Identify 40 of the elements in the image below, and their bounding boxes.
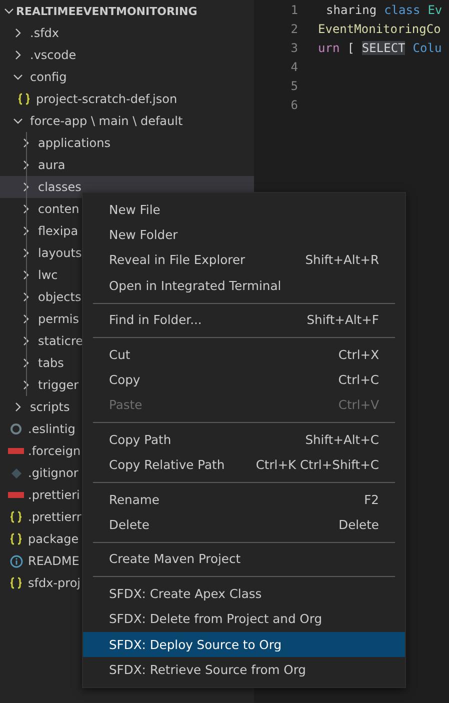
shortcut-label: Shift+Alt+F [306, 313, 379, 328]
menu-item-label: New File [109, 202, 160, 217]
code-token: [ [347, 40, 354, 54]
menu-item-label: Cut [109, 348, 130, 362]
menu-item-label: Reveal in File Explorer [109, 253, 246, 268]
menu-item-label: SFDX: Retrieve Source from Org [109, 662, 306, 677]
code-token: Colu [412, 40, 442, 54]
code-token: class [384, 2, 420, 16]
menu-item-label: Rename [109, 492, 160, 507]
menu-item-label: Copy Path [109, 432, 172, 447]
menu-item-label: Find in Folder... [109, 313, 202, 328]
shortcut-label: F2 [364, 492, 379, 507]
line-number: 2 [290, 22, 298, 36]
code-token: SELECT [362, 40, 406, 54]
code-token: EventMonitoringCo [318, 22, 441, 36]
shortcut-label: Shift+Alt+C [305, 432, 379, 447]
shortcut-label: Shift+Alt+R [305, 253, 379, 268]
menu-item-label: Delete [109, 518, 150, 532]
menu-item-label: SFDX: Deploy Source to Org [109, 638, 282, 652]
line-number: 4 [290, 60, 298, 74]
code-token: Ev [428, 2, 442, 16]
shortcut-label: Delete [338, 518, 379, 532]
code-token: sharing [326, 2, 377, 16]
line-number: 1 [290, 2, 298, 16]
menu-item-label: Copy [109, 373, 140, 388]
menu-item-label: SFDX: Delete from Project and Org [109, 612, 322, 626]
line-number: 5 [290, 78, 298, 92]
menu-item-label: SFDX: Create Apex Class [109, 586, 262, 601]
line-number: 6 [290, 98, 298, 112]
shortcut-label: Ctrl+K Ctrl+Shift+C [256, 458, 379, 472]
line-number: 3 [290, 40, 298, 54]
menu-item-label: Copy Relative Path [109, 458, 225, 472]
shortcut-label: Ctrl+X [338, 348, 379, 362]
code-token: urn [318, 40, 340, 54]
shortcut-label: Ctrl+V [338, 398, 379, 412]
menu-item-label: Create Maven Project [109, 552, 241, 566]
menu-item-label: New Folder [109, 228, 178, 242]
menu-item-label: Open in Integrated Terminal [109, 278, 282, 293]
menu-item-label: Paste [109, 398, 142, 412]
shortcut-label: Ctrl+C [338, 373, 379, 388]
